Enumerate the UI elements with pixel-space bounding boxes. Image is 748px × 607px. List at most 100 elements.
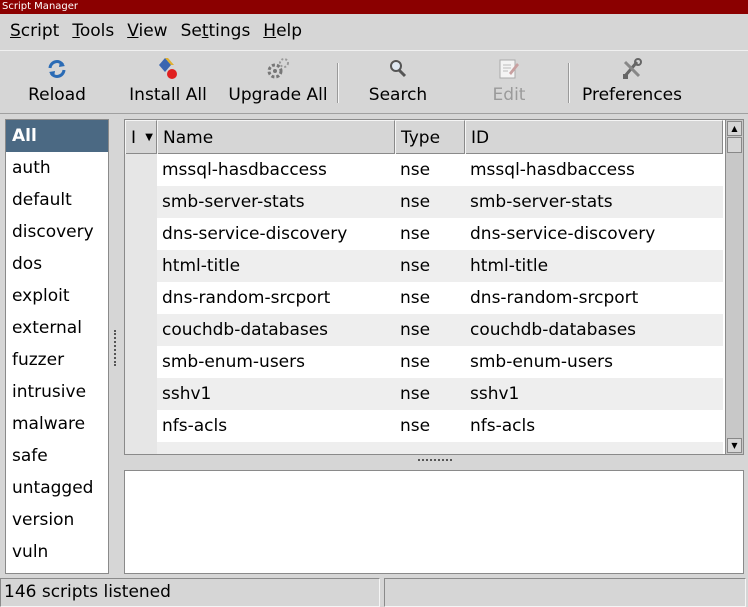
search-button[interactable]: Search: [364, 55, 432, 111]
preferences-button[interactable]: Preferences: [580, 55, 684, 111]
id-cell: sshv1: [470, 384, 520, 404]
menu-help-post: elp: [276, 21, 303, 41]
menu-tools-mnemonic: T: [72, 21, 80, 41]
category-item[interactable]: malware: [6, 408, 108, 440]
id-cell: html-title: [470, 256, 549, 276]
menu-view-post: iew: [138, 21, 168, 41]
upgrade-all-label: Upgrade All: [228, 85, 328, 105]
table-row[interactable]: sshv1 nse sshv1: [125, 378, 723, 410]
column-header-installed[interactable]: I ▼: [125, 120, 157, 154]
type-cell: nse: [400, 288, 431, 308]
type-cell: nse: [400, 320, 431, 340]
category-item[interactable]: exploit: [6, 280, 108, 312]
install-all-label: Install All: [129, 85, 207, 105]
category-item[interactable]: version: [6, 504, 108, 536]
table-header: I ▼ Name Type ID: [125, 120, 723, 154]
name-cell: smb-enum-users: [162, 352, 305, 372]
menu-settings[interactable]: Settings: [176, 21, 256, 41]
category-item[interactable]: safe: [6, 440, 108, 472]
menu-view[interactable]: View: [122, 21, 172, 41]
preferences-icon: [620, 55, 644, 83]
id-cell: smb-server-stats: [470, 192, 613, 212]
table-row-partial[interactable]: [125, 442, 723, 454]
table-row[interactable]: mssql-hasdbaccess nse mssql-hasdbaccess: [125, 154, 723, 186]
column-header-id[interactable]: ID: [465, 120, 723, 154]
name-cell: couchdb-databases: [162, 320, 329, 340]
menu-tools[interactable]: Tools: [67, 21, 119, 41]
category-list: All auth default discovery dos exploit e…: [5, 119, 109, 574]
column-installed-label: I: [131, 128, 137, 148]
installed-cell: [125, 346, 157, 378]
category-item[interactable]: intrusive: [6, 376, 108, 408]
reload-icon: [46, 55, 68, 83]
menu-help[interactable]: Help: [258, 21, 307, 41]
table-row[interactable]: html-title nse html-title: [125, 250, 723, 282]
id-cell: smb-enum-users: [470, 352, 613, 372]
scripts-table: I ▼ Name Type ID mssql-hasdbaccess nse mssq…: [124, 119, 744, 455]
gears-icon: [265, 55, 291, 83]
window-title: Script Manager: [0, 0, 748, 14]
scroll-down-icon[interactable]: ▼: [727, 438, 742, 453]
search-label: Search: [368, 85, 428, 105]
installed-cell: [125, 154, 157, 186]
vertical-scrollbar[interactable]: ▲ ▼: [725, 120, 743, 454]
type-cell: nse: [400, 256, 431, 276]
table-body: mssql-hasdbaccess nse mssql-hasdbaccess sm…: [125, 154, 723, 454]
installed-cell: [125, 250, 157, 282]
category-item[interactable]: All: [6, 120, 108, 152]
scroll-up-icon[interactable]: ▲: [727, 121, 742, 136]
preferences-label: Preferences: [582, 85, 682, 105]
installed-cell: [125, 218, 157, 250]
table-row[interactable]: couchdb-databases nse couchdb-databases: [125, 314, 723, 346]
sort-down-icon: ▼: [145, 132, 153, 143]
install-all-button[interactable]: Install All: [127, 55, 209, 111]
type-cell: nse: [400, 416, 431, 436]
split-resize-handle[interactable]: [418, 459, 452, 465]
category-item[interactable]: auth: [6, 152, 108, 184]
edit-label: Edit: [492, 85, 526, 105]
script-description-area[interactable]: [124, 470, 744, 574]
edit-icon: [497, 55, 521, 83]
pane-resize-handle[interactable]: [114, 330, 118, 366]
category-item[interactable]: external: [6, 312, 108, 344]
name-cell: dns-random-srcport: [162, 288, 331, 308]
installed-cell: [125, 282, 157, 314]
table-row[interactable]: smb-server-stats nse smb-server-stats: [125, 186, 723, 218]
table-row[interactable]: nfs-acls nse nfs-acls: [125, 410, 723, 442]
scrollbar-thumb[interactable]: [727, 137, 742, 153]
menu-script[interactable]: Script: [5, 21, 64, 41]
menu-script-mnemonic: S: [10, 21, 21, 41]
category-item[interactable]: dos: [6, 248, 108, 280]
category-item[interactable]: default: [6, 184, 108, 216]
menu-view-mnemonic: V: [127, 21, 139, 41]
category-item[interactable]: fuzzer: [6, 344, 108, 376]
id-cell: couchdb-databases: [470, 320, 637, 340]
category-item[interactable]: discovery: [6, 216, 108, 248]
column-header-name[interactable]: Name: [157, 120, 395, 154]
id-cell: dns-service-discovery: [470, 224, 656, 244]
search-icon: [387, 55, 409, 83]
menu-settings-post: tings: [208, 21, 251, 41]
reload-button[interactable]: Reload: [22, 55, 92, 111]
name-cell: dns-service-discovery: [162, 224, 348, 244]
menu-bar: Script Tools View Settings Help: [0, 14, 748, 48]
edit-button[interactable]: Edit: [486, 55, 532, 111]
category-item[interactable]: untagged: [6, 472, 108, 504]
status-bar: 146 scripts listened: [0, 578, 748, 607]
type-cell: nse: [400, 384, 431, 404]
table-row[interactable]: smb-enum-users nse smb-enum-users: [125, 346, 723, 378]
menu-settings-pre: Se: [180, 21, 202, 41]
category-item[interactable]: vuln: [6, 536, 108, 568]
id-cell: mssql-hasdbaccess: [470, 160, 635, 180]
upgrade-all-button[interactable]: Upgrade All: [226, 55, 330, 111]
table-row[interactable]: dns-random-srcport nse dns-random-srcport: [125, 282, 723, 314]
toolbar-separator: [337, 63, 339, 103]
name-cell: html-title: [162, 256, 241, 276]
table-row[interactable]: dns-service-discovery nse dns-service-disc…: [125, 218, 723, 250]
name-cell: sshv1: [162, 384, 212, 404]
menu-help-mnemonic: H: [263, 21, 277, 41]
status-text: 146 scripts listened: [0, 578, 380, 607]
toolbar: Reload Install All Upgrade All Search Ed…: [0, 50, 748, 114]
column-header-type[interactable]: Type: [395, 120, 465, 154]
install-icon: [155, 55, 181, 83]
